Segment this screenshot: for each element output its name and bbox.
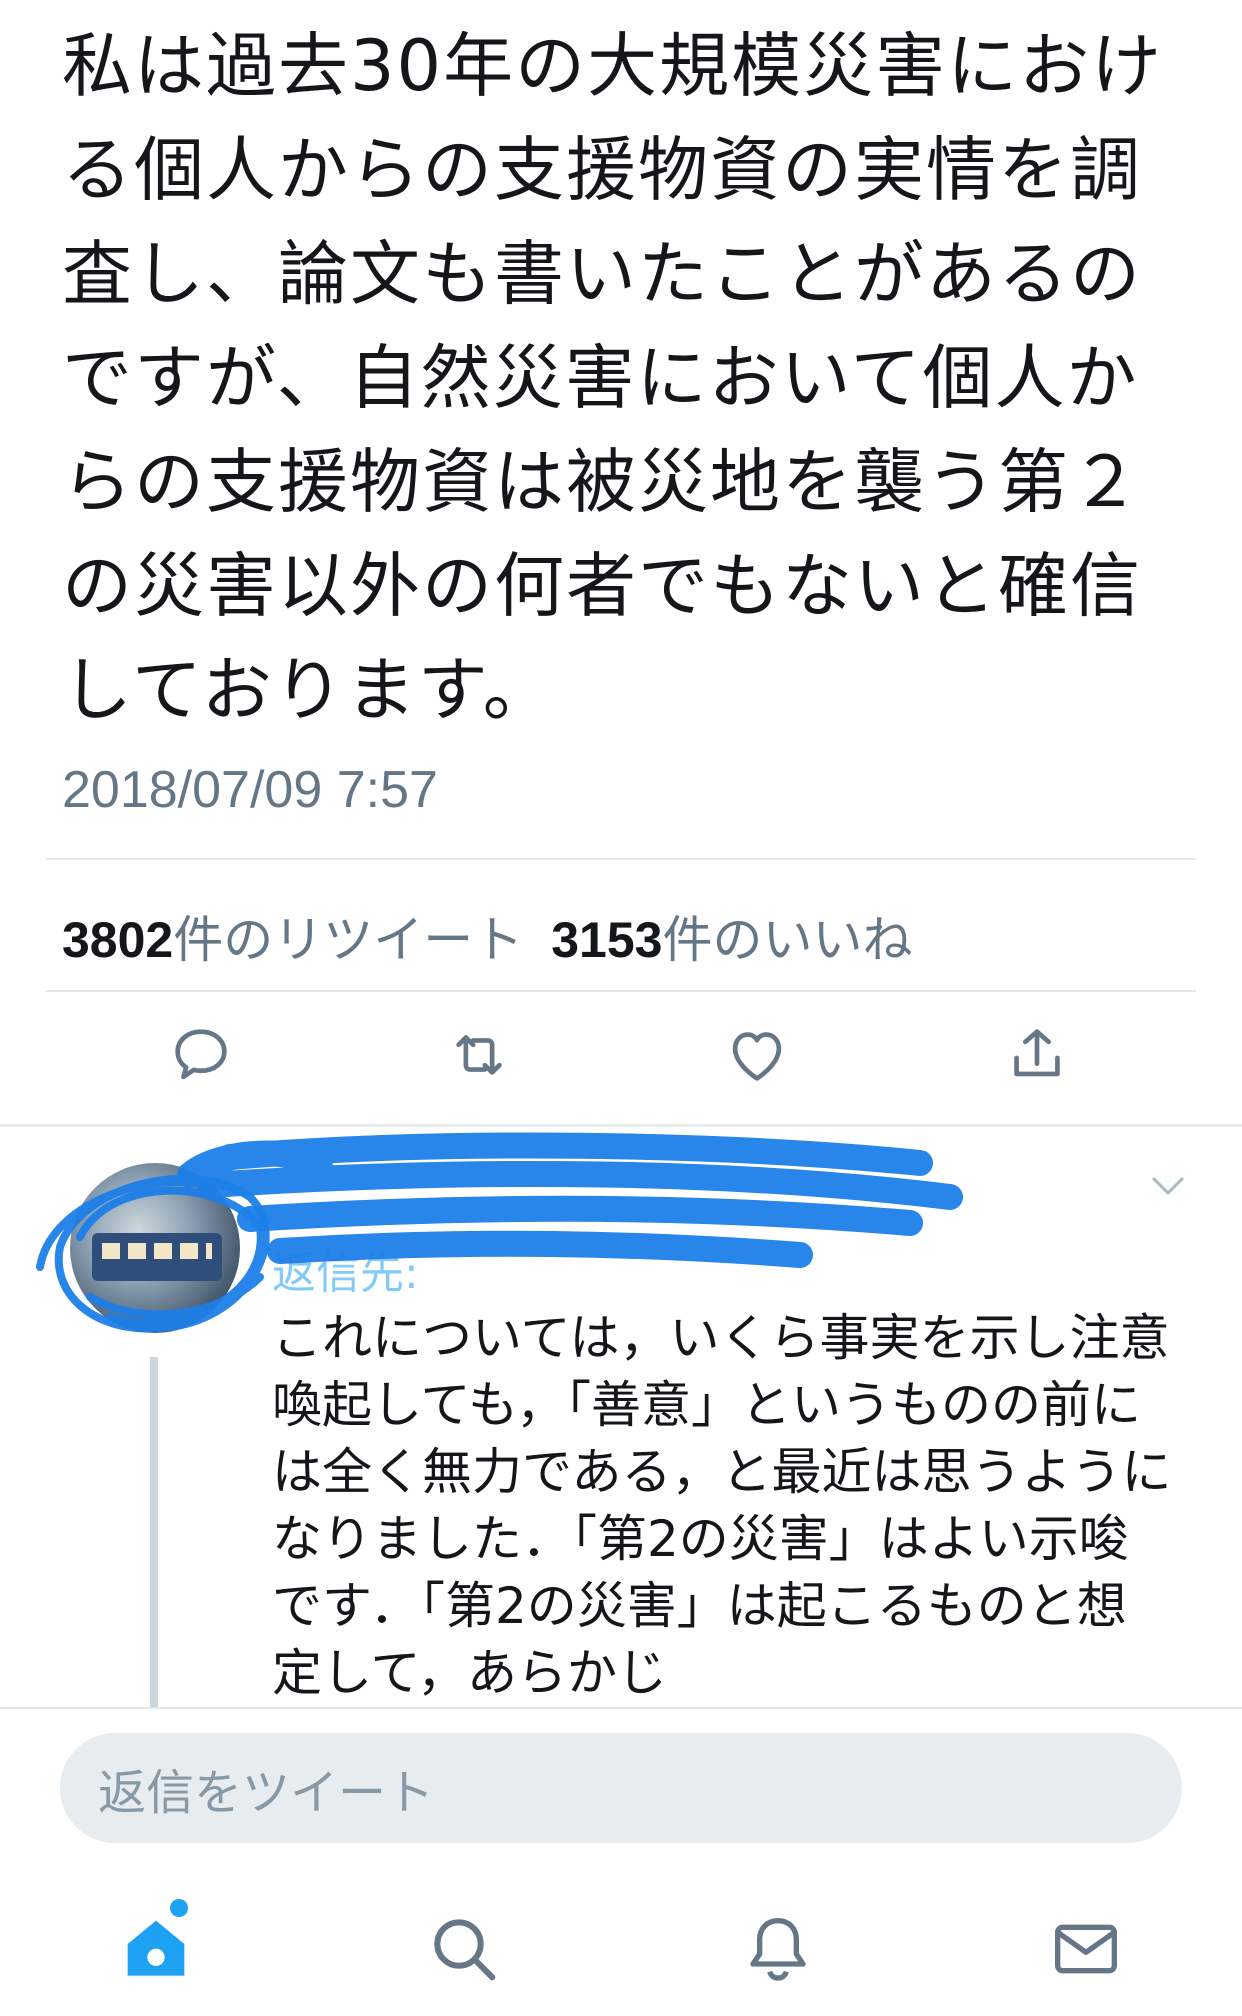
like-count: 3153: [551, 912, 663, 968]
thread-line: [150, 1357, 158, 1707]
divider: [46, 858, 1196, 860]
like-stat[interactable]: 3153件のいいね: [551, 900, 912, 972]
retweet-stat[interactable]: 3802件のリツイート: [62, 900, 523, 972]
search-icon[interactable]: [424, 1909, 504, 1989]
tweet-timestamp: 2018/07/09 7:57: [62, 761, 438, 819]
notification-dot: [170, 1899, 188, 1917]
home-icon[interactable]: [116, 1909, 196, 1989]
bottom-bar: 返信をツイート: [0, 1707, 1242, 2016]
chevron-down-icon[interactable]: [1148, 1171, 1188, 1201]
like-label: 件のいいね: [662, 911, 913, 969]
reply-tweet[interactable]: 返信先: これについては，いくら事実を示し注意喚起しても，「善意」というものの前…: [0, 1127, 1242, 1707]
reply-text: これについては，いくら事実を示し注意喚起しても，「善意」というものの前には全く無…: [272, 1309, 1172, 1702]
reply-composer-input[interactable]: 返信をツイート: [60, 1733, 1182, 1843]
notifications-icon[interactable]: [738, 1909, 818, 1989]
divider: [46, 990, 1196, 992]
tweet-action-bar: [0, 1020, 1242, 1104]
messages-icon[interactable]: [1046, 1909, 1126, 1989]
retweet-count: 3802: [62, 912, 174, 968]
tweet-text: 私は過去30年の大規模災害における個人からの支援物資の実情を調査し、論文も書いた…: [62, 25, 1164, 731]
tweet-stats: 3802件のリツイート 3153件のいいね: [62, 900, 912, 972]
share-icon[interactable]: [1002, 1020, 1072, 1090]
like-icon[interactable]: [722, 1020, 792, 1090]
retweet-icon[interactable]: [444, 1020, 514, 1090]
reply-icon[interactable]: [166, 1020, 236, 1090]
retweet-label: 件のリツイート: [173, 911, 524, 969]
